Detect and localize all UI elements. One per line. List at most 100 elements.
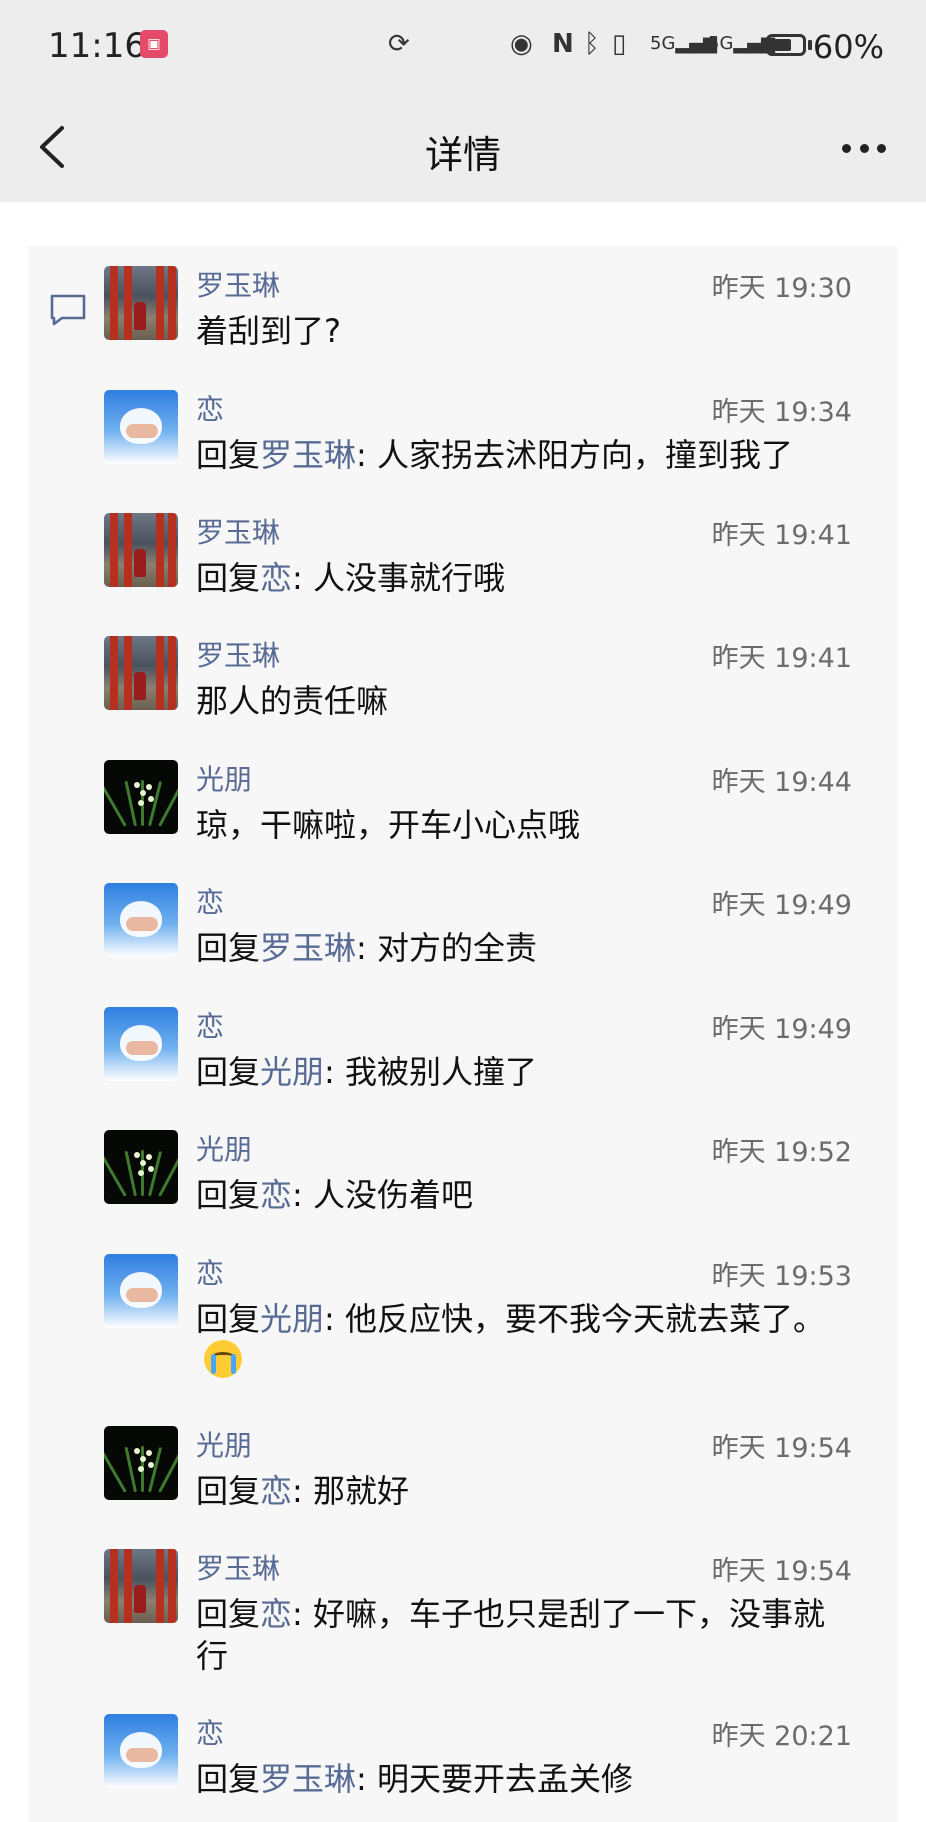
avatar[interactable] (104, 1007, 178, 1081)
comment-text: 回复恋: 人没事就行哦 (196, 557, 856, 599)
comment-item[interactable]: 罗玉琳 昨天 19:30 着刮到了? (104, 256, 854, 366)
comment-time: 昨天 19:41 (711, 520, 852, 551)
comment-text: 回复罗玉琳: 明天要开去孟关修 (196, 1758, 856, 1800)
comment-text: 琼，干嘛啦，开车小心点哦 (196, 804, 856, 846)
comment-body: 着刮到了? (196, 312, 341, 350)
reply-target-name[interactable]: 恋 (260, 1472, 292, 1510)
status-time: 11:16 (48, 26, 146, 66)
commenter-name[interactable]: 罗玉琳 (196, 511, 280, 551)
battery-icon (766, 34, 806, 56)
avatar[interactable] (104, 636, 178, 710)
comment-item[interactable]: 罗玉琳 昨天 19:54 回复恋: 好嘛，车子也只是刮了一下，没事就行 (104, 1539, 854, 1675)
reply-target-name[interactable]: 罗玉琳 (260, 1760, 356, 1798)
comment-time: 昨天 19:44 (711, 767, 852, 798)
reply-target-name[interactable]: 恋 (260, 559, 292, 597)
sync-icon: ⟳ (388, 29, 410, 59)
comment-text: 回复恋: 好嘛，车子也只是刮了一下，没事就行 (196, 1593, 856, 1677)
reply-label: 回复 (196, 1472, 261, 1510)
reply-label: 回复 (196, 1595, 261, 1633)
reply-target-name[interactable]: 恋 (260, 1176, 292, 1214)
avatar[interactable] (104, 266, 178, 340)
reply-target-name[interactable]: 罗玉琳 (260, 436, 356, 474)
comment-time: 昨天 19:52 (711, 1137, 852, 1168)
comment-text: 回复罗玉琳: 对方的全责 (196, 927, 856, 969)
comment-time: 昨天 19:41 (711, 643, 852, 674)
reply-label: 回复 (196, 1176, 261, 1214)
comment-body: : 明天要开去孟关修 (356, 1760, 633, 1798)
reply-label: 回复 (196, 1300, 261, 1338)
comment-body: : 那就好 (292, 1472, 409, 1510)
comment-text: 那人的责任嘛 (196, 680, 856, 722)
comment-item[interactable]: 恋 昨天 19:49 回复光朋: 我被别人撞了 (104, 997, 854, 1107)
comment-item[interactable]: 恋 昨天 19:53 回复光朋: 他反应快，要不我今天就去菜了。 (104, 1244, 854, 1378)
commenter-name[interactable]: 罗玉琳 (196, 634, 280, 674)
signal-5g-icon: 5G▂▄▆ (708, 33, 775, 54)
comment-body: 琼，干嘛啦，开车小心点哦 (196, 806, 581, 844)
reply-target-name[interactable]: 光朋 (260, 1053, 324, 1091)
comment-time: 昨天 20:21 (711, 1721, 852, 1752)
reply-label: 回复 (196, 559, 261, 597)
avatar[interactable] (104, 1426, 178, 1500)
comment-time: 昨天 19:53 (711, 1261, 852, 1292)
commenter-name[interactable]: 恋 (196, 1005, 224, 1045)
commenter-name[interactable]: 光朋 (196, 1424, 252, 1464)
avatar[interactable] (104, 513, 178, 587)
status-bar: 11:16 ▣ ⟳ ◉ N ᛒ ▯ 5G▂▄▆ 5G▂▄▆ 60% (0, 0, 926, 92)
comment-item[interactable]: 恋 昨天 20:21 回复罗玉琳: 明天要开去孟关修 (104, 1704, 854, 1814)
comment-item[interactable]: 罗玉琳 昨天 19:41 回复恋: 人没事就行哦 (104, 503, 854, 613)
commenter-name[interactable]: 恋 (196, 1252, 224, 1292)
comment-text: 着刮到了? (196, 310, 856, 352)
comment-time: 昨天 19:30 (711, 273, 852, 304)
commenter-name[interactable]: 光朋 (196, 758, 252, 798)
reply-label: 回复 (196, 436, 261, 474)
eye-icon: ◉ (510, 29, 533, 59)
commenter-name[interactable]: 罗玉琳 (196, 1547, 280, 1587)
reply-label: 回复 (196, 1760, 261, 1798)
vibrate-icon: ▯ (612, 29, 627, 59)
comment-time: 昨天 19:49 (711, 890, 852, 921)
commenter-name[interactable]: 恋 (196, 881, 224, 921)
comment-text: 回复光朋: 他反应快，要不我今天就去菜了。 (196, 1298, 856, 1382)
bluetooth-icon: ᛒ (584, 29, 600, 59)
comment-body: : 对方的全责 (356, 929, 537, 967)
reply-target-name[interactable]: 光朋 (260, 1300, 324, 1338)
comment-item[interactable]: 恋 昨天 19:49 回复罗玉琳: 对方的全责 (104, 873, 854, 983)
avatar[interactable] (104, 1254, 178, 1328)
nfc-icon: N (552, 29, 574, 59)
comment-item[interactable]: 光朋 昨天 19:52 回复恋: 人没伤着吧 (104, 1120, 854, 1230)
avatar[interactable] (104, 1549, 178, 1623)
commenter-name[interactable]: 恋 (196, 1712, 224, 1752)
comment-body: : 人没伤着吧 (292, 1176, 473, 1214)
comment-time: 昨天 19:54 (711, 1556, 852, 1587)
crying-face-icon (204, 1340, 242, 1378)
comment-body: 那人的责任嘛 (196, 682, 389, 720)
comment-time: 昨天 19:54 (711, 1433, 852, 1464)
avatar[interactable] (104, 883, 178, 957)
comment-text: 回复恋: 那就好 (196, 1470, 856, 1512)
comment-time: 昨天 19:34 (711, 397, 852, 428)
nav-bar: 详情 (0, 92, 926, 202)
avatar[interactable] (104, 1130, 178, 1204)
comment-body: : 人家拐去沭阳方向，撞到我了 (356, 436, 793, 474)
avatar[interactable] (104, 390, 178, 464)
comment-icon (50, 294, 86, 326)
reply-target-name[interactable]: 恋 (260, 1595, 292, 1633)
app-badge-icon: ▣ (140, 30, 168, 58)
comment-item[interactable]: 恋 昨天 19:34 回复罗玉琳: 人家拐去沭阳方向，撞到我了 (104, 380, 854, 490)
comment-item[interactable]: 光朋 昨天 19:54 回复恋: 那就好 (104, 1416, 854, 1526)
battery-percent: 60% (812, 28, 884, 66)
avatar[interactable] (104, 760, 178, 834)
comment-item[interactable]: 罗玉琳 昨天 19:41 那人的责任嘛 (104, 626, 854, 736)
reply-target-name[interactable]: 罗玉琳 (260, 929, 356, 967)
reply-label: 回复 (196, 1053, 261, 1091)
comment-item[interactable]: 光朋 昨天 19:44 琼，干嘛啦，开车小心点哦 (104, 750, 854, 860)
avatar[interactable] (104, 1714, 178, 1788)
commenter-name[interactable]: 罗玉琳 (196, 264, 280, 304)
commenter-name[interactable]: 光朋 (196, 1128, 252, 1168)
comment-body: : 他反应快，要不我今天就去菜了。 (324, 1300, 825, 1338)
more-options-icon[interactable] (842, 144, 886, 154)
reply-label: 回复 (196, 929, 261, 967)
page-title: 详情 (424, 133, 501, 177)
comment-body: : 人没事就行哦 (292, 559, 505, 597)
commenter-name[interactable]: 恋 (196, 388, 224, 428)
